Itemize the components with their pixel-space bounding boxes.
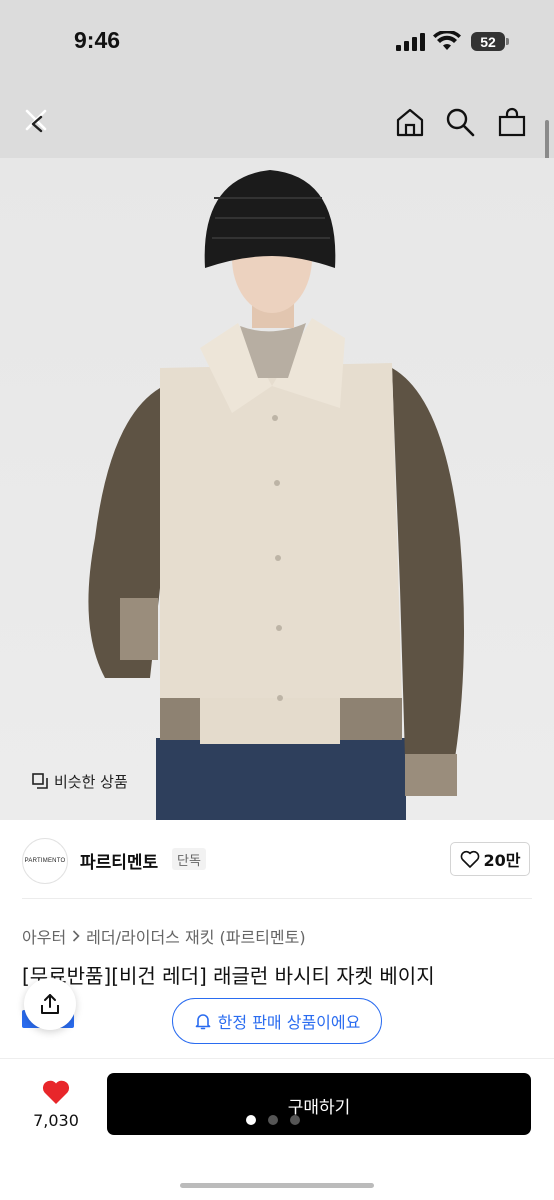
breadcrumb-category[interactable]: 아우터 xyxy=(22,924,66,948)
page-indicator xyxy=(246,1115,300,1125)
brand-logo-text: PARTIMENTO xyxy=(24,858,66,864)
cellular-signal-icon xyxy=(396,33,425,51)
limited-sale-notice[interactable]: 한정 판매 상품이에요 xyxy=(172,998,382,1044)
limited-sale-label: 한정 판매 상품이에요 xyxy=(217,1013,361,1032)
buy-button[interactable]: 구매하기 xyxy=(107,1073,531,1135)
status-time: 9:46 xyxy=(74,27,121,53)
page-dot xyxy=(268,1115,278,1125)
home-icon xyxy=(396,108,424,137)
brand-name[interactable]: 파르티멘토 xyxy=(80,848,158,873)
home-indicator[interactable] xyxy=(180,1183,374,1188)
brand-logo[interactable]: PARTIMENTO xyxy=(22,838,68,884)
battery-indicator: 52 xyxy=(471,32,505,51)
share-icon xyxy=(41,994,59,1014)
page-dot-active xyxy=(246,1115,256,1125)
battery-cap xyxy=(506,38,509,45)
page-dot xyxy=(290,1115,300,1125)
wifi-icon xyxy=(433,31,461,50)
breadcrumb-subcategory[interactable]: 레더/라이더스 재킷 (파르티멘토) xyxy=(86,924,305,948)
heart-outline-icon xyxy=(460,850,479,868)
close-back-button[interactable] xyxy=(16,102,56,142)
share-button[interactable] xyxy=(24,978,76,1030)
close-back-icon xyxy=(25,109,47,133)
exclusive-badge: 단독 xyxy=(172,848,206,870)
top-navigation xyxy=(0,86,554,158)
wishlist-count: 7,030 xyxy=(33,1111,79,1130)
similar-items-icon xyxy=(32,773,48,789)
heart-filled-icon xyxy=(42,1080,70,1104)
product-image[interactable]: 비슷한 상품 xyxy=(0,158,554,820)
product-photo xyxy=(88,170,464,820)
product-title: [무료반품][비건 레더] 래글런 바시티 자켓 베이지 xyxy=(22,964,435,988)
home-button[interactable] xyxy=(390,102,430,142)
search-button[interactable] xyxy=(440,102,480,142)
chevron-right-icon xyxy=(73,930,80,942)
cart-button[interactable] xyxy=(492,102,532,142)
similar-products-button[interactable]: 비슷한 상품 xyxy=(22,764,138,798)
similar-products-label: 비슷한 상품 xyxy=(54,772,128,791)
shopping-bag-icon xyxy=(498,107,526,137)
breadcrumb: 아우터 레더/라이더스 재킷 (파르티멘토) xyxy=(22,924,306,948)
bottom-action-bar: 7,030 구매하기 xyxy=(0,1058,554,1200)
brand-like-button[interactable]: 20만 xyxy=(450,842,530,876)
section-divider xyxy=(22,898,532,899)
status-bar: 9:46 52 xyxy=(0,0,554,86)
brand-like-count: 20만 xyxy=(483,851,521,870)
bell-icon xyxy=(195,1014,210,1030)
product-detail-screen: 9:46 52 비슷한 상품 PARTIMENTO 파르티멘토 단독 20만 아… xyxy=(0,0,554,1200)
wishlist-button[interactable]: 7,030 xyxy=(22,1079,90,1149)
rating-row-clipped xyxy=(22,1048,182,1056)
brand-row: PARTIMENTO 파르티멘토 단독 20만 xyxy=(22,838,532,884)
search-icon xyxy=(446,108,475,137)
